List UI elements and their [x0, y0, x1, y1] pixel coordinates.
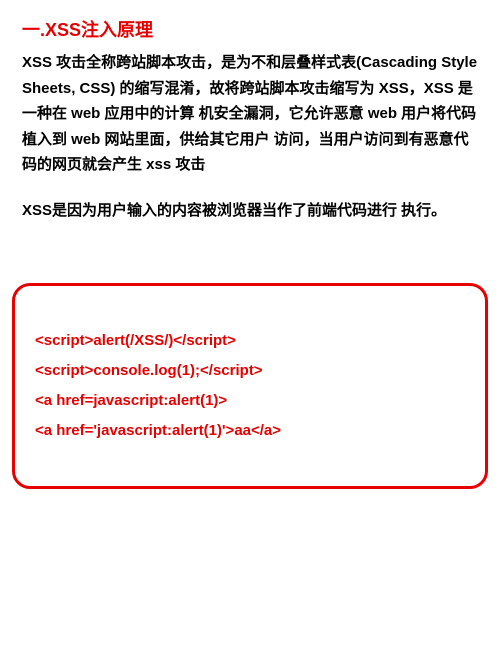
- code-line-1: <script>alert(/XSS/)</script>: [35, 326, 465, 356]
- code-line-3: <a href=javascript:alert(1)>: [35, 386, 465, 416]
- summary-paragraph: XSS是因为用户输入的内容被浏览器当作了前端代码进行 执行。: [22, 198, 478, 224]
- code-example-box: <script>alert(/XSS/)</script> <script>co…: [12, 283, 488, 489]
- section-heading: 一.XSS注入原理: [22, 16, 478, 42]
- code-line-4: <a href='javascript:alert(1)'>aa</a>: [35, 416, 465, 446]
- code-line-2: <script>console.log(1);</script>: [35, 356, 465, 386]
- intro-paragraph: XSS 攻击全称跨站脚本攻击，是为不和层叠样式表(Cascading Style…: [22, 50, 478, 178]
